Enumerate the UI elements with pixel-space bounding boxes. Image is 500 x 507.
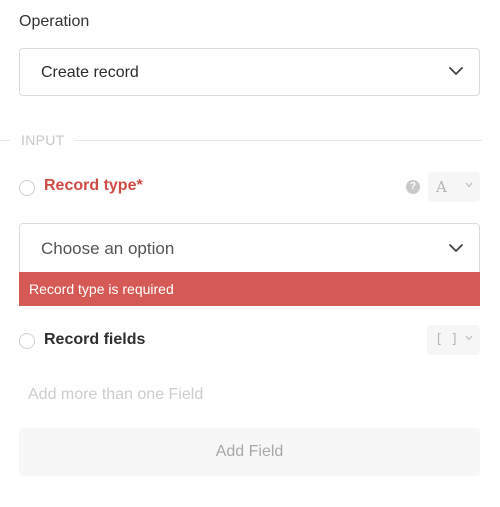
divider-line xyxy=(0,140,10,141)
divider-line xyxy=(74,140,482,141)
record-type-label: Record type* xyxy=(44,177,143,194)
record-fields-radio[interactable] xyxy=(19,333,35,349)
operation-label: Operation xyxy=(19,13,90,30)
help-icon[interactable]: ? xyxy=(406,180,420,194)
chevron-down-icon xyxy=(465,182,473,188)
input-section-header: INPUT xyxy=(0,131,482,149)
record-fields-label: Record fields xyxy=(44,331,146,348)
operation-select-value: Create record xyxy=(41,64,139,81)
record-type-error: Record type is required xyxy=(19,272,480,306)
record-fields-empty-hint: Add more than one Field xyxy=(28,386,204,403)
record-fields-type-selector[interactable]: [ ] xyxy=(427,325,480,355)
type-badge: [ ] xyxy=(435,332,459,347)
record-type-radio[interactable] xyxy=(19,180,35,196)
record-type-placeholder: Choose an option xyxy=(41,239,175,258)
chevron-down-icon xyxy=(449,67,463,75)
type-badge: A xyxy=(436,178,447,196)
chevron-down-icon xyxy=(465,335,473,341)
record-type-select[interactable]: Choose an option xyxy=(19,223,480,273)
section-title: INPUT xyxy=(21,132,65,148)
error-message: Record type is required xyxy=(29,281,174,297)
operation-select[interactable]: Create record xyxy=(19,48,480,96)
record-type-type-selector[interactable]: A xyxy=(428,172,480,202)
add-field-button[interactable]: Add Field xyxy=(19,428,480,476)
chevron-down-icon xyxy=(449,244,463,252)
